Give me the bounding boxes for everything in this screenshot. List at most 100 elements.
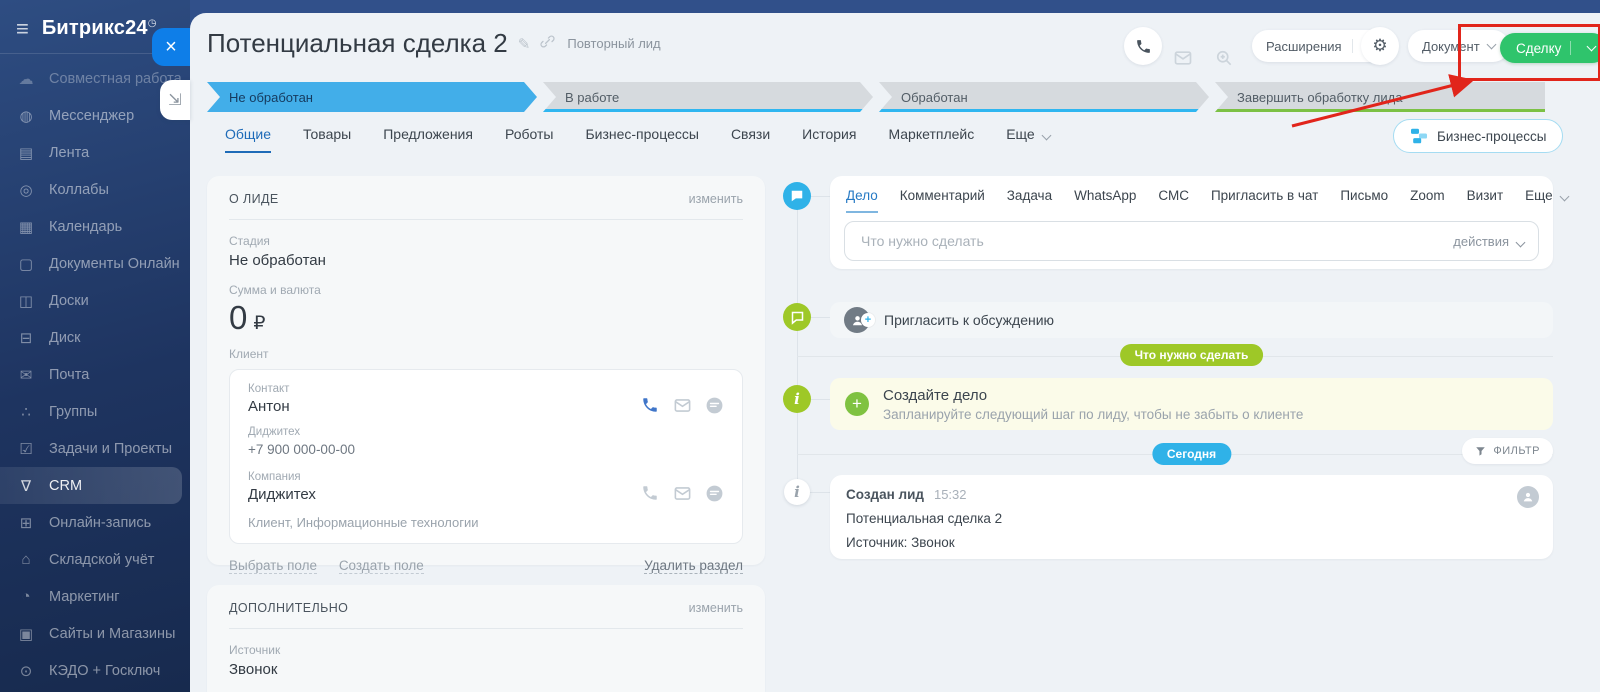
additional-section-title: ДОПОЛНИТЕЛЬНО <box>229 601 348 615</box>
copy-link-icon[interactable] <box>540 34 555 53</box>
timeline-tab[interactable]: Письмо <box>1340 188 1388 213</box>
comment-bubble-icon <box>783 303 811 331</box>
todo-badge[interactable]: Что нужно сделать <box>1120 344 1264 366</box>
contact-call-icon[interactable] <box>641 396 660 415</box>
stage-segment[interactable]: В работе <box>543 82 873 112</box>
sidebar-item[interactable]: ◔ Маркетинг <box>0 578 190 615</box>
contact-name[interactable]: Антон <box>248 398 290 415</box>
invite-discussion-label: Пригласить к обсуждению <box>884 312 1054 328</box>
sidebar-item[interactable]: ✉ Почта <box>0 356 190 393</box>
hint-title[interactable]: Создайте дело <box>883 387 1303 404</box>
sidebar-item[interactable]: ▤ Лента <box>0 134 190 171</box>
timeline-tab[interactable]: Zoom <box>1410 188 1445 213</box>
edit-title-icon[interactable]: ✎ <box>518 35 531 53</box>
timeline-tab[interactable]: Еще <box>1525 188 1567 213</box>
source-field-label: Источник <box>229 643 743 657</box>
company-chat-icon[interactable] <box>705 484 724 503</box>
stage-field-value[interactable]: Не обработан <box>229 252 743 269</box>
source-field-value[interactable]: Звонок <box>229 661 743 678</box>
tab-label: Роботы <box>505 126 553 142</box>
sidebar-item[interactable]: ▢ Документы Онлайн <box>0 245 190 282</box>
sidebar-item[interactable]: ⊙ КЭДО + Госключ <box>0 652 190 689</box>
select-field-link[interactable]: Выбрать поле <box>229 558 317 574</box>
detail-tab[interactable]: Роботы <box>505 126 553 153</box>
sidebar-item[interactable]: ∇ CRM <box>0 467 182 504</box>
client-box: Контакт Антон Диджитех +7 900 000-00-00 … <box>229 369 743 544</box>
sidebar-item-label: Онлайн-запись <box>49 515 151 531</box>
filter-label: ФИЛЬТР <box>1493 445 1540 457</box>
stage-label: В работе <box>565 90 619 105</box>
today-badge[interactable]: Сегодня <box>1152 443 1231 465</box>
actions-dropdown[interactable]: действия <box>1453 234 1524 249</box>
amount-field-value[interactable]: 0₽ <box>229 299 743 337</box>
company-mail-icon[interactable] <box>673 484 692 503</box>
detail-tab[interactable]: Общие <box>225 126 271 153</box>
sidebar-item-label: Группы <box>49 404 97 420</box>
sidebar-item[interactable]: ▦ Календарь <box>0 208 190 245</box>
sidebar-item-icon: ▣ <box>16 625 36 643</box>
delete-section-link[interactable]: Удалить раздел <box>644 558 743 574</box>
tab-label: Связи <box>731 126 770 142</box>
invite-avatar-icon: + <box>844 307 870 333</box>
tab-label: Бизнес-процессы <box>585 126 698 142</box>
contact-phone[interactable]: +7 900 000-00-00 <box>248 442 724 457</box>
section-divider <box>229 219 743 220</box>
timeline-tab-label: WhatsApp <box>1074 188 1136 203</box>
sidebar-item-label: Лента <box>49 145 89 161</box>
add-activity-icon[interactable]: + <box>845 392 869 416</box>
todo-input-wrap: действия <box>844 221 1539 261</box>
sidebar-item[interactable]: ⊟ Диск <box>0 319 190 356</box>
sidebar-item[interactable]: ◫ Доски <box>0 282 190 319</box>
sidebar-item[interactable]: ⊞ Онлайн-запись <box>0 504 190 541</box>
company-call-icon[interactable] <box>641 484 660 503</box>
sidebar-item[interactable]: ∴ Группы <box>0 393 190 430</box>
timeline-tab[interactable]: Дело <box>846 188 878 213</box>
invite-discussion-row[interactable]: + Пригласить к обсуждению <box>830 302 1553 338</box>
sidebar-item[interactable]: ◎ Коллабы <box>0 171 190 208</box>
sidebar-item-label: CRM <box>49 478 82 494</box>
stage-segment[interactable]: Не обработан <box>207 82 537 112</box>
detail-tab[interactable]: Связи <box>731 126 770 153</box>
timeline-tab[interactable]: СМС <box>1158 188 1189 213</box>
create-field-link[interactable]: Создать поле <box>339 558 424 574</box>
company-name[interactable]: Диджитех <box>248 486 316 503</box>
contact-mail-icon[interactable] <box>673 396 692 415</box>
edit-additional-link[interactable]: изменить <box>689 601 743 615</box>
sidebar-item-label: Складской учёт <box>49 552 154 568</box>
close-slider-button[interactable]: × <box>152 28 190 66</box>
sidebar-menu: ☁ Совместная работа ◍ Мессенджер ▤ Лента… <box>0 60 190 689</box>
sidebar-item[interactable]: ▣ Сайты и Магазины <box>0 615 190 652</box>
sidebar-item-icon: ▢ <box>16 255 36 273</box>
sidebar-item-icon: ◫ <box>16 292 36 310</box>
timeline-tab[interactable]: Пригласить в чат <box>1211 188 1318 213</box>
todo-input[interactable] <box>859 232 1453 250</box>
detail-tab[interactable]: Бизнес-процессы <box>585 126 698 153</box>
timeline-tab-label: Визит <box>1467 188 1503 203</box>
log-info-icon: i <box>784 479 810 505</box>
minimize-slider-button[interactable]: ⇲ <box>160 80 190 120</box>
hamburger-menu-icon[interactable]: ≡ <box>16 18 29 40</box>
today-row: Сегодня <box>830 443 1553 467</box>
edit-about-link[interactable]: изменить <box>689 192 743 206</box>
timeline-tab[interactable]: Визит <box>1467 188 1503 213</box>
activity-composer-card: Дело Комментарий Задача WhatsApp СМС При… <box>830 176 1553 269</box>
sidebar-item[interactable]: ☑ Задачи и Проекты <box>0 430 190 467</box>
detail-tab[interactable]: Предложения <box>383 126 473 153</box>
timeline-entry-card[interactable]: Создан лид 15:32 Потенциальная сделка 2 … <box>830 475 1553 559</box>
timeline-tab[interactable]: Задача <box>1007 188 1052 213</box>
sidebar-item[interactable]: ⌂ Складской учёт <box>0 541 190 578</box>
sidebar-item-icon: ◔ <box>16 588 36 605</box>
bitrix24-logo[interactable]: Битрикс24◷ <box>42 17 157 40</box>
detail-tab[interactable]: Товары <box>303 126 351 153</box>
tab-label: Предложения <box>383 126 473 142</box>
company-label: Компания <box>248 471 724 483</box>
logo-mark-icon: ◷ <box>148 18 157 29</box>
timeline-tab-label: Письмо <box>1340 188 1388 203</box>
timeline-tab[interactable]: WhatsApp <box>1074 188 1136 213</box>
timeline-tab-label: Пригласить в чат <box>1211 188 1318 203</box>
plus-badge-icon: + <box>861 313 875 327</box>
contact-chat-icon[interactable] <box>705 396 724 415</box>
timeline-tab[interactable]: Комментарий <box>900 188 985 213</box>
lead-type-badge: Повторный лид <box>567 36 660 51</box>
timeline-filter-button[interactable]: ФИЛЬТР <box>1462 438 1553 464</box>
